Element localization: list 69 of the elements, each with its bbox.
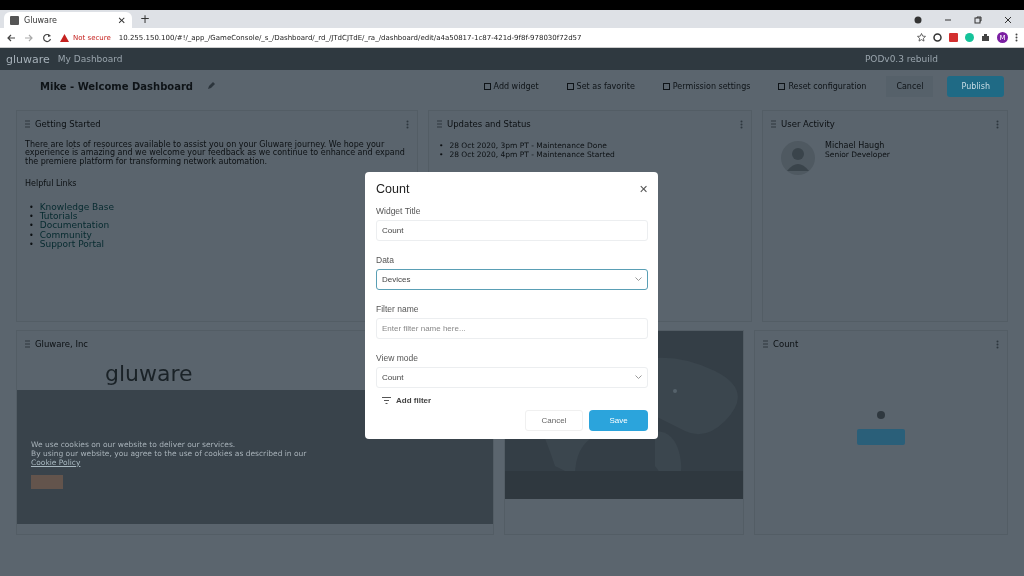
save-button[interactable]: Save xyxy=(589,410,648,431)
close-button[interactable]: ✕ xyxy=(639,182,648,196)
close-tab-button[interactable]: ✕ xyxy=(117,14,126,26)
bullet: • xyxy=(29,212,34,221)
field-label: Filter name xyxy=(376,304,420,314)
more-icon[interactable] xyxy=(1015,33,1018,42)
dialog-title: Count xyxy=(376,182,410,196)
widget-title: Getting Started xyxy=(35,119,101,129)
drag-handle-icon[interactable] xyxy=(25,120,30,128)
restore-icon[interactable] xyxy=(974,16,982,24)
avatar-icon xyxy=(781,141,815,175)
drag-handle-icon[interactable] xyxy=(763,340,768,348)
reload-icon[interactable] xyxy=(42,32,52,43)
extension-icon[interactable] xyxy=(965,33,974,42)
toolbar-action[interactable]: Set as favorite xyxy=(560,80,641,92)
pencil-icon[interactable] xyxy=(207,82,215,90)
drag-handle-icon[interactable] xyxy=(771,120,776,128)
drag-handle-icon[interactable] xyxy=(25,340,30,348)
toolbar-action[interactable]: Permission settings xyxy=(656,80,757,92)
help-link[interactable]: Documentation xyxy=(39,220,110,231)
minimize-icon[interactable] xyxy=(944,16,952,24)
help-link[interactable]: Knowledge Base xyxy=(39,201,114,212)
field-label: Widget Title xyxy=(376,206,422,216)
field-label: View mode xyxy=(376,353,419,363)
status-icon xyxy=(877,411,885,419)
circle-extension-icon[interactable] xyxy=(933,33,942,42)
record-icon xyxy=(914,16,922,24)
breadcrumb[interactable]: My Dashboard xyxy=(57,54,123,64)
dropdown[interactable]: Devices xyxy=(376,269,648,290)
new-tab-button[interactable]: + xyxy=(140,12,151,26)
field-label: Data xyxy=(376,255,395,265)
caret-icon xyxy=(635,375,642,380)
bullet: • xyxy=(29,221,34,231)
help-link[interactable]: Community xyxy=(39,229,92,240)
close-icon[interactable] xyxy=(1004,16,1012,24)
bullet: • xyxy=(29,230,34,240)
device-selector[interactable]: PODv0.3 rebuild xyxy=(864,54,938,64)
section-heading: Helpful Links xyxy=(25,180,77,189)
help-link[interactable]: Support Portal xyxy=(39,239,104,250)
widget-title: Count xyxy=(773,339,799,349)
add-filter-button[interactable]: Add filter xyxy=(376,396,438,405)
help-link[interactable]: Tutorials xyxy=(39,211,78,221)
back-icon[interactable] xyxy=(6,32,16,43)
widget-title: User Activity xyxy=(781,119,835,129)
app-logo[interactable]: gluware xyxy=(6,52,50,66)
browser-tab[interactable]: Gluware ✕ xyxy=(4,12,132,28)
bullet: • xyxy=(29,202,34,212)
dropdown[interactable]: Count xyxy=(376,367,648,388)
drag-handle-icon[interactable] xyxy=(437,120,442,128)
toolbar-action[interactable]: Reset configuration xyxy=(772,80,873,92)
cancel-button[interactable]: Cancel xyxy=(525,410,583,431)
description-text: There are lots of resources available to assist you on your Gluware journey. We hope your experience is amazing and we welcome your feedback as we continue to enhance and expand the premiere platform for transforming network automation. xyxy=(25,141,406,167)
toolbar-action[interactable]: Add widget xyxy=(477,80,545,92)
warning-icon xyxy=(60,33,69,42)
widget-title: Gluware, Inc xyxy=(35,339,88,349)
caret-icon xyxy=(635,277,642,282)
star-icon[interactable] xyxy=(917,33,926,42)
bullet: • xyxy=(29,240,34,250)
input-field[interactable]: Enter filter name here... xyxy=(376,318,648,339)
cancel-button[interactable]: Cancel xyxy=(886,75,934,97)
user-name: Michael Haugh xyxy=(825,141,886,150)
widget-title: Updates and Status xyxy=(447,119,531,129)
dashboard-title: Mike - Welcome Dashboard xyxy=(40,80,193,92)
input-field[interactable]: Count xyxy=(376,220,648,241)
puzzle-icon[interactable] xyxy=(981,33,990,42)
forward-icon[interactable] xyxy=(24,32,34,43)
publish-button[interactable]: Publish xyxy=(947,75,1004,97)
filter-icon xyxy=(382,397,391,404)
company-logo: gluware xyxy=(105,361,193,386)
